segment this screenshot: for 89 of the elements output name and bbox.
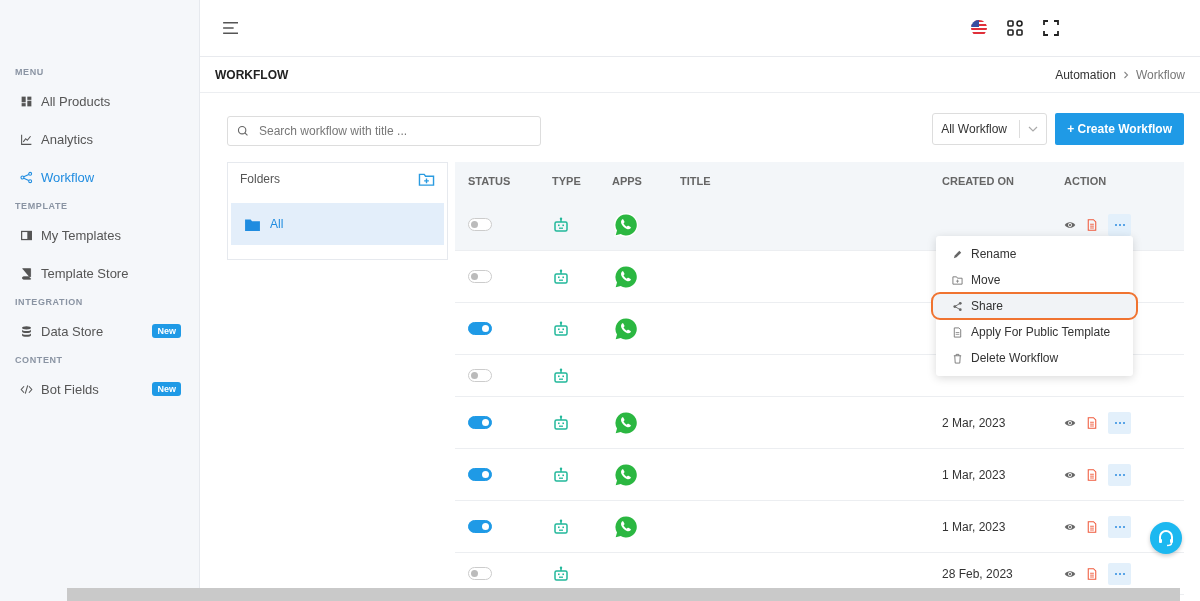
robot-icon xyxy=(553,466,569,483)
sidebar-item[interactable]: Analytics xyxy=(15,120,199,158)
menu-item[interactable]: Rename xyxy=(936,241,1133,267)
pencil-icon xyxy=(952,248,963,260)
whatsapp-icon xyxy=(612,210,640,239)
column-header: TITLE xyxy=(679,174,712,187)
document-icon xyxy=(952,326,963,338)
column-header: TYPE xyxy=(551,174,582,187)
menu-icon[interactable] xyxy=(222,21,240,35)
status-toggle[interactable] xyxy=(468,322,492,335)
grid-icon xyxy=(20,94,33,108)
column-header: APPS xyxy=(611,174,643,187)
chart-icon xyxy=(20,132,33,146)
sidebar-item[interactable]: My Templates xyxy=(15,216,199,254)
filter-dropdown[interactable]: All Workflow xyxy=(932,113,1048,145)
more-icon xyxy=(1113,524,1126,529)
menu-item[interactable]: Apply For Public Template xyxy=(936,319,1133,345)
column-header: ACTION xyxy=(1063,174,1108,187)
code-icon xyxy=(20,382,33,396)
column-header: STATUS xyxy=(467,174,512,187)
folder-icon xyxy=(245,217,260,231)
sidebar-item[interactable]: Data Store New xyxy=(15,312,199,350)
robot-icon xyxy=(553,216,569,233)
document-icon[interactable] xyxy=(1086,416,1098,429)
section-heading: MENU xyxy=(15,66,45,79)
section-heading: TEMPLATE xyxy=(15,200,69,213)
apps-icon[interactable] xyxy=(1006,19,1024,37)
more-button[interactable] xyxy=(1108,515,1131,538)
robot-icon xyxy=(553,518,569,535)
more-icon xyxy=(1113,420,1126,425)
document-icon[interactable] xyxy=(1086,567,1098,580)
created-date: 1 Mar, 2023 xyxy=(942,467,1006,482)
robot-icon xyxy=(553,367,569,384)
more-button[interactable] xyxy=(1108,463,1131,486)
support-chat-button[interactable] xyxy=(1150,522,1182,554)
section-heading: INTEGRATION xyxy=(15,296,84,309)
panel-icon xyxy=(20,228,33,242)
status-toggle[interactable] xyxy=(468,468,492,481)
sidebar-item[interactable]: Template Store xyxy=(15,254,199,292)
column-header: CREATED ON xyxy=(941,174,1015,187)
robot-icon xyxy=(553,414,569,431)
status-toggle[interactable] xyxy=(468,416,492,429)
sidebar-item[interactable]: All Products xyxy=(15,82,199,120)
status-toggle[interactable] xyxy=(468,567,492,580)
created-date: 1 Mar, 2023 xyxy=(942,519,1006,534)
page-title: WORKFLOW xyxy=(215,67,289,82)
add-folder-icon[interactable] xyxy=(418,171,435,187)
new-badge: New xyxy=(152,382,181,396)
fullscreen-icon[interactable] xyxy=(1042,19,1060,37)
sidebar-item[interactable]: Bot Fields New xyxy=(15,370,199,408)
panel-title: Folders xyxy=(240,172,281,186)
caret-icon xyxy=(1028,126,1039,132)
chevron-icon xyxy=(1121,70,1130,79)
breadcrumb-item: Workflow xyxy=(1135,67,1185,82)
status-toggle[interactable] xyxy=(468,520,492,533)
status-toggle[interactable] xyxy=(468,218,492,231)
flag-icon[interactable] xyxy=(970,19,988,37)
menu-item[interactable]: Move xyxy=(936,267,1133,293)
created-date: 28 Feb, 2023 xyxy=(942,566,1013,581)
database-icon xyxy=(20,324,33,338)
robot-icon xyxy=(553,565,569,582)
more-button[interactable] xyxy=(1108,562,1131,585)
share-icon xyxy=(952,300,963,312)
menu-item[interactable]: Delete Workflow xyxy=(936,345,1133,371)
trash-icon xyxy=(952,352,963,364)
more-button[interactable] xyxy=(1108,411,1131,434)
document-icon[interactable] xyxy=(1086,218,1098,231)
book-icon xyxy=(20,266,33,280)
more-icon xyxy=(1113,472,1126,477)
section-heading: CONTENT xyxy=(15,354,64,367)
folder-icon xyxy=(952,274,963,286)
more-button[interactable] xyxy=(1108,213,1131,236)
share-icon xyxy=(20,170,33,184)
menu-item[interactable]: Share xyxy=(932,293,1137,319)
scrollbar[interactable] xyxy=(67,588,1180,601)
robot-icon xyxy=(553,320,569,337)
more-icon xyxy=(1113,222,1126,227)
more-icon xyxy=(1113,571,1126,576)
document-icon[interactable] xyxy=(1086,468,1098,481)
search-field[interactable]: Search workflow with title ... xyxy=(227,116,541,146)
headset-icon xyxy=(1156,528,1176,548)
breadcrumb-item[interactable]: Automation xyxy=(1055,67,1116,82)
new-badge: New xyxy=(152,324,181,338)
robot-icon xyxy=(553,268,569,285)
status-toggle[interactable] xyxy=(468,270,492,283)
search-icon xyxy=(237,125,249,137)
document-icon[interactable] xyxy=(1086,520,1098,533)
status-toggle[interactable] xyxy=(468,369,492,382)
created-date: 2 Mar, 2023 xyxy=(942,415,1006,430)
